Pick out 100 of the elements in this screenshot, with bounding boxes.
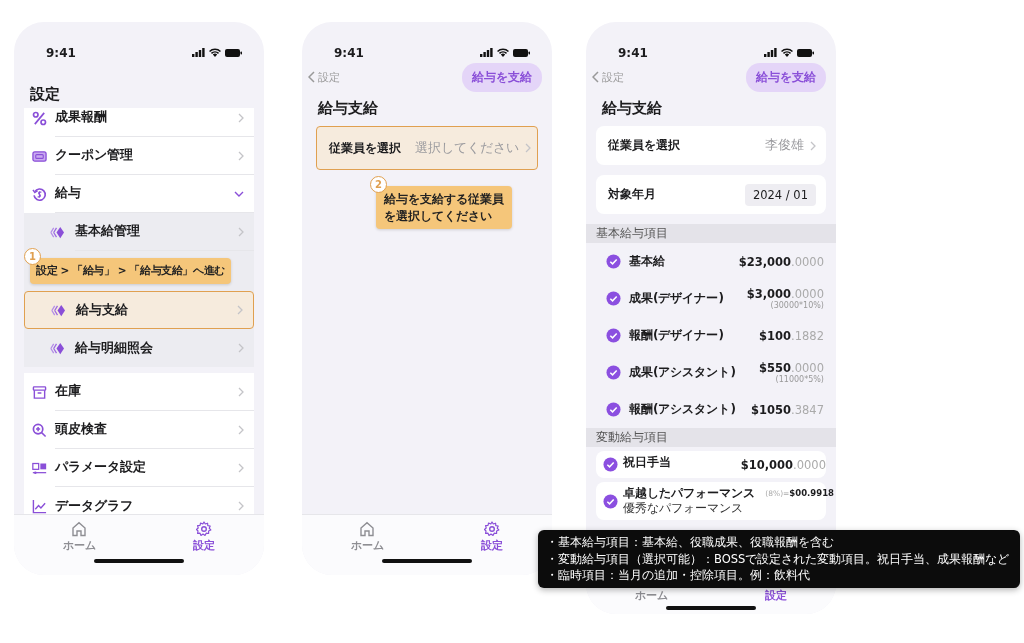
tab-item[interactable]: 設定 xyxy=(481,521,504,553)
menu-label: 在庫 xyxy=(55,383,81,400)
amount-text: $1050.3847 xyxy=(751,402,824,417)
menu-label: データグラフ xyxy=(55,497,133,514)
home-icon xyxy=(359,521,376,537)
chevron-left-icon xyxy=(308,71,315,83)
battery-icon xyxy=(513,48,530,57)
search-icon xyxy=(32,422,47,438)
checked-circle-icon[interactable] xyxy=(606,365,621,380)
wifi-icon xyxy=(497,48,509,57)
signal-icon xyxy=(764,48,777,57)
page-title: 給与支給 xyxy=(600,99,663,118)
chevron-right-icon xyxy=(810,140,816,151)
submenu-label: 給与支給 xyxy=(76,301,128,319)
chevron-right-icon xyxy=(238,343,244,353)
menu-item[interactable]: 成果報酬 xyxy=(24,108,254,137)
checked-circle-icon[interactable] xyxy=(606,402,621,417)
pay-item-label: 祝日手当 xyxy=(623,455,672,470)
status-time: 9:41 xyxy=(46,46,76,60)
section-header: 基本給与項目 xyxy=(586,224,836,243)
chevron-right-icon xyxy=(238,424,244,435)
employee-picker[interactable]: 従業員を選択 選択してください xyxy=(316,126,538,170)
amount-text: $00.9918 xyxy=(789,488,834,498)
tab-item[interactable]: 設定 xyxy=(193,521,216,553)
settings-icon xyxy=(484,521,501,537)
panels-icon xyxy=(32,460,47,476)
chevron-right-icon xyxy=(238,150,244,161)
status-time: 9:41 xyxy=(618,46,648,60)
callout-text: 給与を支給する従業員 を選択してください xyxy=(384,191,504,225)
menu-item[interactable]: 頭皮検査 xyxy=(24,411,254,449)
pay-item-label: 成果(デザイナー) xyxy=(629,290,725,307)
wifi-icon xyxy=(209,48,221,57)
pay-salary-button[interactable]: 給与を支給 xyxy=(746,62,826,92)
refresh-dollar-icon xyxy=(32,186,47,202)
checked-circle-icon[interactable] xyxy=(606,254,621,269)
diamond-icon xyxy=(48,340,65,356)
amount-text: $100.1882 xyxy=(759,328,824,343)
pay-item-label: 成果(アシスタント) xyxy=(629,364,737,381)
callout-text: 設定 > 「給与」 > 「給与支給」へ進む xyxy=(36,263,225,279)
wifi-icon xyxy=(781,48,793,57)
menu-label: パラメータ設定 xyxy=(55,459,146,476)
checked-circle-icon[interactable] xyxy=(606,328,621,343)
submenu-label: 基本給管理 xyxy=(75,223,140,240)
chevron-right-icon xyxy=(238,462,244,473)
amount-text: $23,000.0000 xyxy=(738,254,824,269)
amount-text: $550.0000 xyxy=(759,361,824,375)
ticket-icon xyxy=(32,148,47,164)
employee-picker[interactable]: 従業員を選択 李俊雄 xyxy=(596,126,826,165)
month-field[interactable]: 2024 / 01 xyxy=(744,183,816,206)
submenu-item[interactable]: 基本給管理 xyxy=(24,213,254,251)
formula-text: (11000*5%) xyxy=(775,375,824,384)
menu-label: クーポン管理 xyxy=(55,147,133,164)
chevron-right-icon xyxy=(238,386,244,397)
menu-item[interactable]: クーポン管理 xyxy=(24,137,254,175)
submenu-label: 給与明細照会 xyxy=(75,339,153,357)
menu-label: 給与 xyxy=(55,185,81,202)
battery-icon xyxy=(797,48,814,57)
archive-box-icon xyxy=(32,384,47,400)
menu-label: 頭皮検査 xyxy=(55,421,107,438)
tab-item[interactable]: 設定 xyxy=(765,590,788,602)
amount-text: $3,000.0000 xyxy=(746,287,824,301)
chevron-right-icon xyxy=(525,143,531,153)
battery-icon xyxy=(225,48,242,57)
tooltip-line: ・臨時項目：当月の追加・控除項目。例：飲料代 xyxy=(546,567,810,584)
tooltip-line: ・基本給与項目：基本給、役職成果、役職報酬を含む xyxy=(546,534,834,551)
percent-icon xyxy=(32,110,47,126)
submenu-item[interactable]: 給与支給 xyxy=(24,291,254,329)
pay-item-subtitle: 優秀なパフォーマンス xyxy=(623,501,744,516)
checked-circle-icon[interactable] xyxy=(603,493,618,509)
menu-item[interactable]: データグラフ xyxy=(24,487,254,514)
chevron-right-icon xyxy=(238,112,244,123)
checked-circle-icon[interactable] xyxy=(603,457,618,472)
page-title: 設定 xyxy=(29,85,61,104)
pay-item-label: 卓越したパフォーマンス xyxy=(623,486,756,501)
line-chart-icon xyxy=(32,498,47,514)
pay-item-label: 報酬(アシスタント) xyxy=(629,401,737,418)
tooltip-line: ・変動給与項目（選択可能）：BOSSで設定された変動項目。祝日手当、成果報酬など xyxy=(546,550,1010,567)
field-label: 対象年月 xyxy=(608,186,657,203)
section-header: 変動給与項目 xyxy=(586,428,836,447)
status-time: 9:41 xyxy=(334,46,364,60)
menu-item[interactable]: 在庫 xyxy=(24,373,254,411)
diamond-icon xyxy=(49,302,66,318)
pay-item-label: 報酬(デザイナー) xyxy=(629,327,725,344)
chevron-left-icon xyxy=(592,71,599,83)
formula-text: (30000*10%) xyxy=(770,301,824,310)
amount-text: $10,000.0000 xyxy=(740,457,826,472)
diamond-icon xyxy=(48,224,65,240)
step-badge: 2 xyxy=(370,176,387,193)
chevron-right-icon xyxy=(237,305,243,315)
menu-label: 成果報酬 xyxy=(55,109,107,126)
pay-item-label: 基本給 xyxy=(629,253,666,270)
settings-icon xyxy=(196,521,213,537)
chevron-right-icon xyxy=(238,501,244,511)
chevron-right-icon xyxy=(238,226,244,237)
pay-salary-button[interactable]: 給与を支給 xyxy=(462,62,542,92)
signal-icon xyxy=(480,48,493,57)
menu-item[interactable]: パラメータ設定 xyxy=(24,449,254,487)
submenu-item[interactable]: 給与明細照会 xyxy=(24,329,254,367)
page-title: 給与支給 xyxy=(316,99,379,118)
checked-circle-icon[interactable] xyxy=(606,291,621,306)
